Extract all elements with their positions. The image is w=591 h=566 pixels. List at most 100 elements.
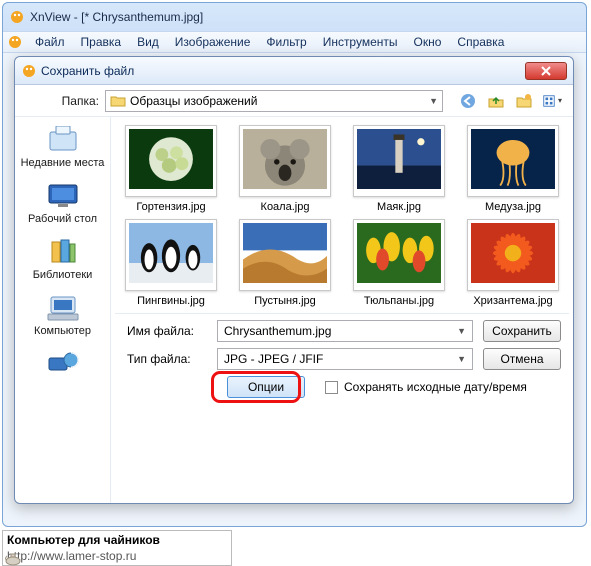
sidebar-item-desktop[interactable]: Рабочий стол bbox=[18, 177, 108, 229]
save-button[interactable]: Сохранить bbox=[483, 320, 561, 342]
sidebar-item-recent[interactable]: Недавние места bbox=[18, 121, 108, 173]
filetype-row: Тип файла: JPG - JPEG / JFIF ▼ Отмена bbox=[123, 348, 561, 370]
new-folder-icon bbox=[516, 93, 532, 109]
footer-line2: http://www.lamer-stop.ru bbox=[7, 548, 227, 564]
footer-line1: Компьютер для чайников bbox=[7, 532, 227, 548]
sidebar-item-label: Недавние места bbox=[21, 157, 105, 169]
thumbnail-frame bbox=[467, 125, 559, 197]
thumbnail-label: Тюльпаны.jpg bbox=[364, 295, 434, 307]
filetype-dropdown[interactable]: JPG - JPEG / JFIF ▼ bbox=[217, 348, 473, 370]
thumbnail-image bbox=[471, 223, 555, 287]
chevron-down-icon: ▼ bbox=[429, 96, 438, 106]
thumbnail-frame bbox=[125, 125, 217, 197]
menu-image[interactable]: Изображение bbox=[167, 33, 259, 51]
desktop-icon bbox=[46, 182, 80, 210]
thumbnail-image bbox=[129, 223, 213, 287]
places-sidebar: Недавние места Рабочий стол Библиотеки К… bbox=[15, 117, 111, 503]
thumbnail-frame bbox=[467, 219, 559, 291]
save-file-dialog: Сохранить файл Папка: Образцы изображени… bbox=[14, 56, 574, 504]
cancel-button[interactable]: Отмена bbox=[483, 348, 561, 370]
libraries-icon bbox=[46, 238, 80, 266]
options-button[interactable]: Опции bbox=[227, 376, 305, 398]
thumbnail-item[interactable]: Тюльпаны.jpg bbox=[343, 219, 455, 307]
window-title: XnView - [* Chrysanthemum.jpg] bbox=[30, 10, 203, 24]
thumbnail-label: Маяк.jpg bbox=[377, 201, 421, 213]
menu-view[interactable]: Вид bbox=[129, 33, 167, 51]
chevron-down-icon: ▼ bbox=[457, 354, 466, 364]
nav-icons bbox=[457, 90, 563, 112]
dialog-body: Недавние места Рабочий стол Библиотеки К… bbox=[15, 117, 573, 503]
thumbnail-label: Медуза.jpg bbox=[485, 201, 541, 213]
folder-value: Образцы изображений bbox=[130, 94, 257, 108]
close-button[interactable] bbox=[525, 62, 567, 80]
thumbnail-item[interactable]: Гортензия.jpg bbox=[115, 125, 227, 213]
xnview-icon bbox=[9, 9, 25, 25]
up-button[interactable] bbox=[485, 90, 507, 112]
sidebar-item-network[interactable] bbox=[18, 345, 108, 385]
menu-file[interactable]: Файл bbox=[27, 33, 73, 51]
filename-row: Имя файла: Chrysanthemum.jpg ▼ Сохранить bbox=[123, 320, 561, 342]
thumbnail-label: Пингвины.jpg bbox=[137, 295, 205, 307]
titlebar: XnView - [* Chrysanthemum.jpg] bbox=[3, 3, 586, 31]
thumbnail-item[interactable]: Пустыня.jpg bbox=[229, 219, 341, 307]
teapot-icon bbox=[4, 552, 22, 566]
folder-label: Папка: bbox=[25, 94, 105, 108]
folder-row: Папка: Образцы изображений ▼ bbox=[15, 85, 573, 117]
options-row: Опции Сохранять исходные дату/время bbox=[123, 376, 561, 398]
dialog-title: Сохранить файл bbox=[41, 64, 134, 78]
thumbnail-item[interactable]: Медуза.jpg bbox=[457, 125, 569, 213]
thumbnail-label: Пустыня.jpg bbox=[254, 295, 316, 307]
thumbnail-item[interactable]: Коала.jpg bbox=[229, 125, 341, 213]
sidebar-item-computer[interactable]: Компьютер bbox=[18, 289, 108, 341]
filename-label: Имя файла: bbox=[123, 324, 217, 338]
view-menu-button[interactable] bbox=[541, 90, 563, 112]
filename-input[interactable]: Chrysanthemum.jpg ▼ bbox=[217, 320, 473, 342]
sidebar-item-label: Рабочий стол bbox=[28, 213, 97, 225]
folder-dropdown[interactable]: Образцы изображений ▼ bbox=[105, 90, 443, 112]
sidebar-item-label: Библиотеки bbox=[33, 269, 93, 281]
close-icon bbox=[541, 66, 551, 76]
preserve-date-row: Сохранять исходные дату/время bbox=[325, 380, 527, 394]
filetype-value: JPG - JPEG / JFIF bbox=[224, 352, 323, 366]
thumbnail-label: Гортензия.jpg bbox=[136, 201, 205, 213]
thumbnail-area: Гортензия.jpg Коала.jpg Маяк.jpg Медуза.jpg… bbox=[111, 117, 573, 503]
folder-icon bbox=[110, 93, 126, 109]
sidebar-item-libraries[interactable]: Библиотеки bbox=[18, 233, 108, 285]
thumbnail-frame bbox=[353, 219, 445, 291]
thumbnail-image bbox=[357, 223, 441, 287]
new-folder-button[interactable] bbox=[513, 90, 535, 112]
thumbnail-frame bbox=[353, 125, 445, 197]
footer-caption: Компьютер для чайников http://www.lamer-… bbox=[2, 530, 232, 566]
thumbnail-item[interactable]: Хризантема.jpg bbox=[457, 219, 569, 307]
thumbnail-label: Коала.jpg bbox=[261, 201, 310, 213]
menu-tools[interactable]: Инструменты bbox=[315, 33, 406, 51]
back-icon bbox=[460, 93, 476, 109]
thumbnail-image bbox=[357, 129, 441, 193]
menu-filter[interactable]: Фильтр bbox=[258, 33, 314, 51]
thumbnail-image bbox=[243, 223, 327, 287]
menu-help[interactable]: Справка bbox=[449, 33, 512, 51]
view-icon bbox=[542, 93, 556, 109]
recent-places-icon bbox=[46, 126, 80, 154]
menu-window[interactable]: Окно bbox=[406, 33, 450, 51]
filename-value: Chrysanthemum.jpg bbox=[224, 324, 331, 338]
sidebar-item-label: Компьютер bbox=[34, 325, 91, 337]
thumbnail-frame bbox=[239, 219, 331, 291]
preserve-date-checkbox[interactable] bbox=[325, 381, 338, 394]
network-icon bbox=[46, 350, 80, 378]
chevron-down-icon: ▼ bbox=[457, 326, 466, 336]
preserve-date-label: Сохранять исходные дату/время bbox=[344, 380, 527, 394]
thumbnail-item[interactable]: Пингвины.jpg bbox=[115, 219, 227, 307]
back-button[interactable] bbox=[457, 90, 479, 112]
menu-edit[interactable]: Правка bbox=[73, 33, 130, 51]
bottom-controls: Имя файла: Chrysanthemum.jpg ▼ Сохранить… bbox=[115, 313, 569, 412]
thumbnail-item[interactable]: Маяк.jpg bbox=[343, 125, 455, 213]
thumbnail-image bbox=[471, 129, 555, 193]
thumbnail-image bbox=[243, 129, 327, 193]
xnview-icon bbox=[7, 34, 23, 50]
xnview-icon bbox=[21, 63, 37, 79]
menubar: Файл Правка Вид Изображение Фильтр Инстр… bbox=[3, 31, 586, 53]
thumbnail-frame bbox=[239, 125, 331, 197]
dialog-titlebar: Сохранить файл bbox=[15, 57, 573, 85]
filetype-label: Тип файла: bbox=[123, 352, 217, 366]
